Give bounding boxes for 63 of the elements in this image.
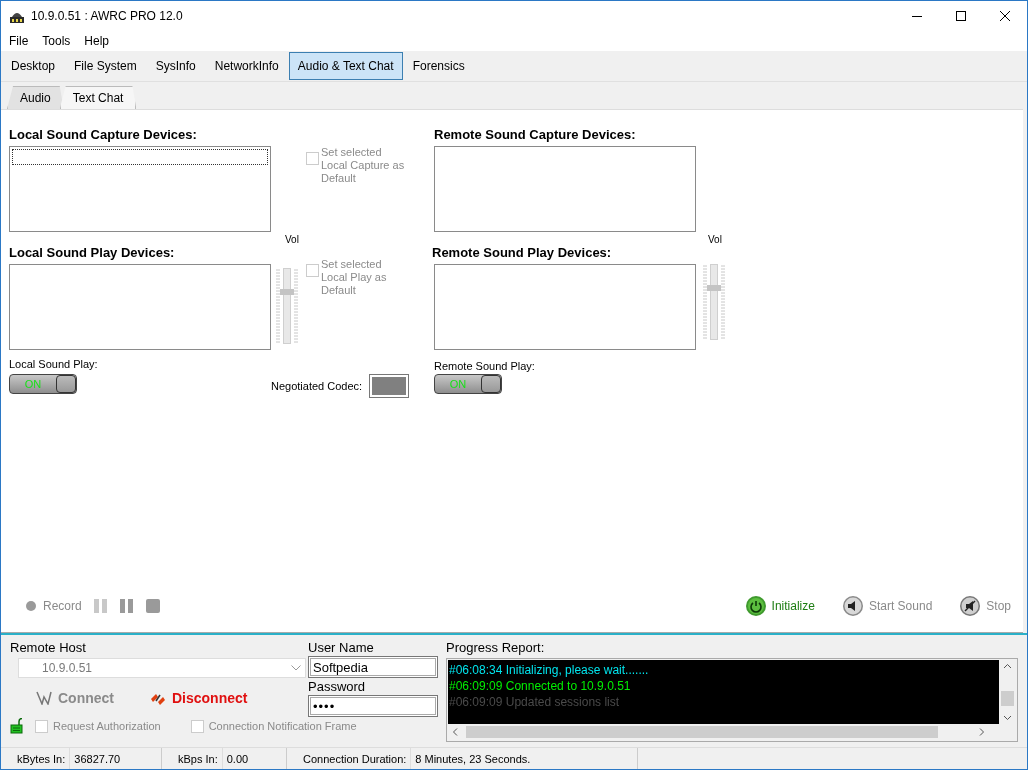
- volume-slider[interactable]: [276, 268, 298, 344]
- field-label: User Name: [308, 640, 375, 656]
- section-heading: Remote Sound Play Devices:: [432, 245, 613, 262]
- field-label: Progress Report:: [446, 640, 546, 656]
- field-label: Local Sound Play:: [9, 358, 99, 372]
- chevron-icon: [291, 665, 301, 671]
- tab[interactable]: File System: [65, 52, 146, 80]
- device-list[interactable]: [9, 146, 271, 232]
- speaker-icon: [842, 596, 863, 616]
- field-label: Password: [308, 679, 367, 695]
- password-field[interactable]: ••••: [308, 695, 438, 717]
- window-title: 10.9.0.51 : AWRC PRO 12.0: [31, 9, 184, 23]
- field-label: Remote Host: [10, 640, 87, 656]
- status-value: 0.00: [225, 752, 250, 765]
- status-label: kBytes In:: [1, 748, 71, 769]
- status-label: kBps In:: [162, 748, 223, 769]
- checkbox-label: Connection Notification Frame: [208, 720, 357, 732]
- log-line: #06:09:09 Connected to 10.9.0.51: [449, 678, 632, 694]
- slider-thumb[interactable]: [280, 289, 294, 295]
- tab[interactable]: Forensics: [403, 52, 474, 80]
- menu-item[interactable]: Help: [77, 34, 117, 48]
- record-icon: [25, 600, 37, 612]
- volume-label: Vol: [284, 234, 300, 245]
- device-list[interactable]: [434, 146, 696, 232]
- device-list[interactable]: [9, 264, 271, 350]
- section-heading: Remote Sound Capture Devices:: [434, 127, 637, 144]
- status-value: 36827.70: [73, 752, 122, 765]
- pause-icon: [93, 599, 108, 613]
- disconnect-button[interactable]: Disconnect: [150, 690, 248, 706]
- tab[interactable]: Audio & Text Chat: [288, 52, 403, 80]
- stop-icon: [145, 599, 160, 613]
- power-icon: [745, 596, 766, 616]
- volume-slider[interactable]: [703, 264, 725, 340]
- field-label: Remote Sound Play:: [434, 360, 536, 374]
- log-line: #06:08:34 Initializing, please wait.......: [449, 662, 650, 678]
- tab[interactable]: Desktop: [2, 52, 65, 80]
- field-label: Negotiated Codec:: [271, 380, 363, 392]
- menu-item[interactable]: Tools: [35, 34, 78, 48]
- status-label: Connection Duration:: [287, 748, 412, 769]
- log-line: #06:09:09 Updated sessions list: [449, 694, 621, 710]
- section-heading: Local Sound Play Devices:: [9, 245, 176, 262]
- username-field[interactable]: Softpedia: [308, 656, 438, 678]
- checkbox-label: Set selected Local Play as Default: [321, 258, 388, 297]
- tab[interactable]: NetworkInfo: [205, 52, 288, 80]
- close-icon[interactable]: [1000, 11, 1010, 21]
- checkbox-label: Request Authorization: [53, 720, 161, 732]
- status-value: 8 Minutes, 23 Seconds.: [414, 752, 532, 765]
- codec-field: [370, 375, 408, 397]
- slider-thumb[interactable]: [707, 285, 721, 291]
- muted-speaker-icon: [960, 596, 981, 616]
- toolbar-button[interactable]: Initialize: [745, 596, 815, 616]
- checkbox-label: Set selected Local Capture as Default: [321, 146, 406, 185]
- device-list[interactable]: [434, 264, 696, 350]
- tab[interactable]: Audio: [7, 86, 64, 109]
- unlocked-icon: [10, 718, 23, 734]
- section-heading: Local Sound Capture Devices:: [9, 127, 198, 144]
- menu-item[interactable]: File: [2, 34, 36, 48]
- volume-label: Vol: [707, 234, 723, 245]
- maximize-icon[interactable]: [956, 11, 966, 21]
- host-dropdown[interactable]: 10.9.0.51: [18, 658, 306, 678]
- tab[interactable]: SysInfo: [146, 52, 205, 80]
- tab[interactable]: Text Chat: [59, 86, 137, 109]
- pause-icon: [119, 599, 134, 613]
